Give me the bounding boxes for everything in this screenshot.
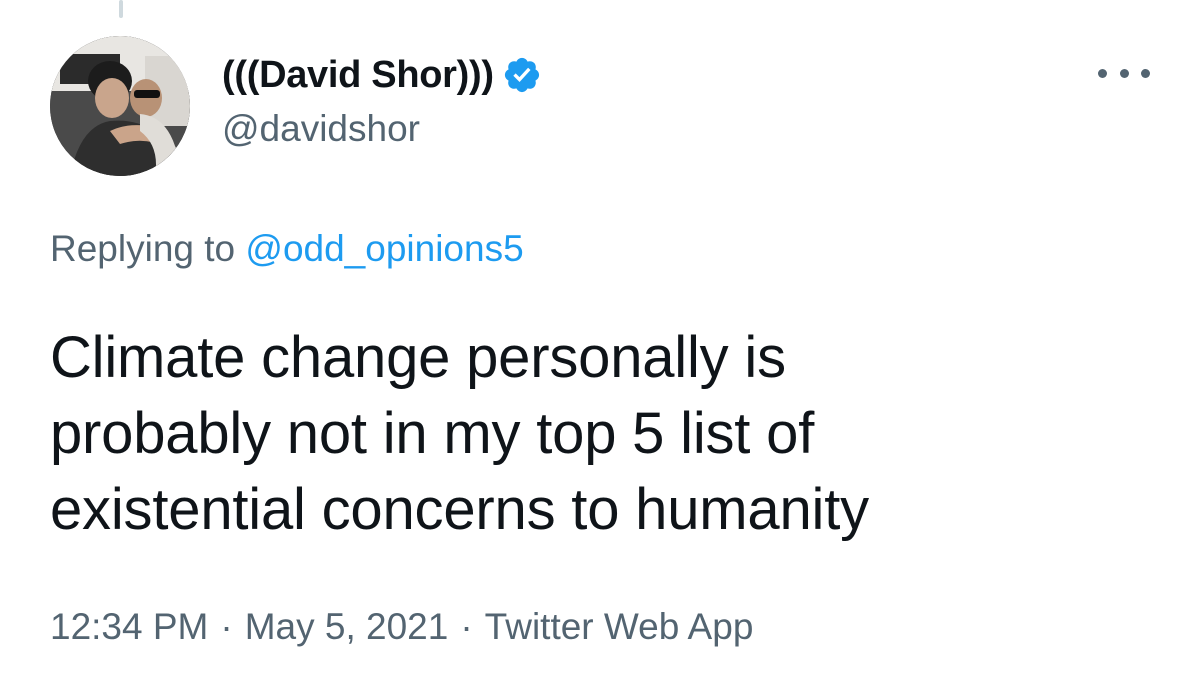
tweet-source[interactable]: Twitter Web App — [485, 606, 754, 647]
verified-badge-icon — [502, 55, 542, 95]
tweet-text-line: existential concerns to humanity — [50, 477, 869, 542]
thread-connector-line — [119, 0, 123, 18]
more-options-button[interactable] — [1098, 58, 1150, 88]
avatar[interactable] — [50, 36, 190, 176]
author-name-row[interactable]: (((David Shor))) — [222, 52, 542, 98]
meta-separator: · — [220, 606, 233, 647]
replying-to-label: Replying to — [50, 228, 246, 269]
tweet-text: Climate change personally is probably no… — [50, 320, 1150, 548]
tweet-metadata: 12:34 PM · May 5, 2021 · Twitter Web App — [50, 606, 753, 648]
more-horizontal-icon — [1098, 68, 1107, 78]
avatar-photo — [50, 36, 190, 176]
replying-to: Replying to @odd_opinions5 — [50, 228, 524, 270]
tweet-time[interactable]: 12:34 PM — [50, 606, 208, 647]
reply-mention-link[interactable]: @odd_opinions5 — [245, 228, 523, 269]
tweet-date[interactable]: May 5, 2021 — [245, 606, 449, 647]
author-handle[interactable]: @davidshor — [222, 108, 420, 150]
more-horizontal-icon — [1119, 68, 1129, 78]
author-display-name[interactable]: (((David Shor))) — [222, 54, 494, 97]
more-horizontal-icon — [1141, 68, 1150, 78]
meta-separator: · — [460, 606, 473, 647]
tweet-text-line: Climate change personally is — [50, 325, 786, 390]
tweet-text-line: probably not in my top 5 list of — [50, 401, 815, 466]
